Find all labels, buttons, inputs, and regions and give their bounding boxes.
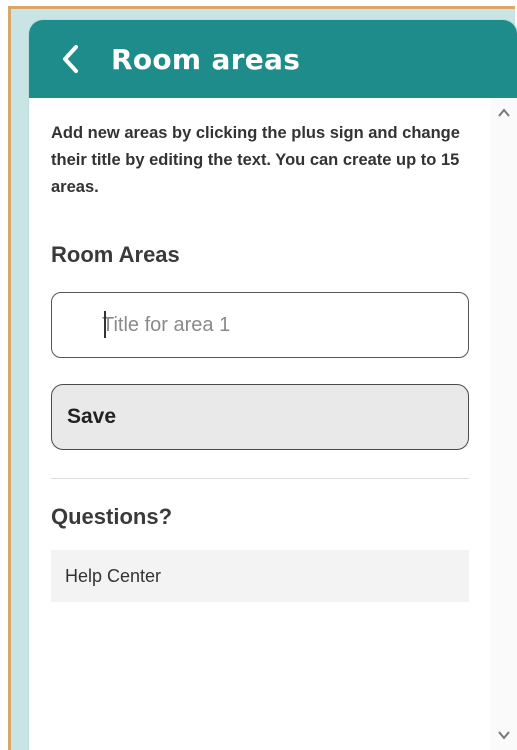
page-title: Room areas bbox=[111, 42, 301, 76]
panel-header: Room areas bbox=[29, 20, 517, 98]
scroll-down-arrow-icon[interactable] bbox=[495, 726, 513, 744]
save-button[interactable]: Save bbox=[51, 384, 469, 450]
help-center-label: Help Center bbox=[65, 565, 162, 586]
help-center-link[interactable]: Help Center bbox=[51, 550, 469, 602]
area-1-title-input[interactable] bbox=[51, 292, 469, 358]
text-cursor bbox=[104, 311, 106, 338]
chevron-left-icon bbox=[63, 45, 78, 73]
room-areas-panel: Room areas Add new areas by clicking the… bbox=[29, 20, 517, 750]
vertical-scrollbar[interactable] bbox=[491, 98, 517, 750]
back-button[interactable] bbox=[43, 20, 99, 98]
scroll-up-arrow-icon[interactable] bbox=[495, 104, 513, 122]
questions-heading: Questions? bbox=[51, 504, 173, 529]
room-areas-heading: Room Areas bbox=[51, 242, 180, 267]
section-divider bbox=[51, 478, 469, 479]
instructions-text: Add new areas by clicking the plus sign … bbox=[51, 124, 460, 196]
